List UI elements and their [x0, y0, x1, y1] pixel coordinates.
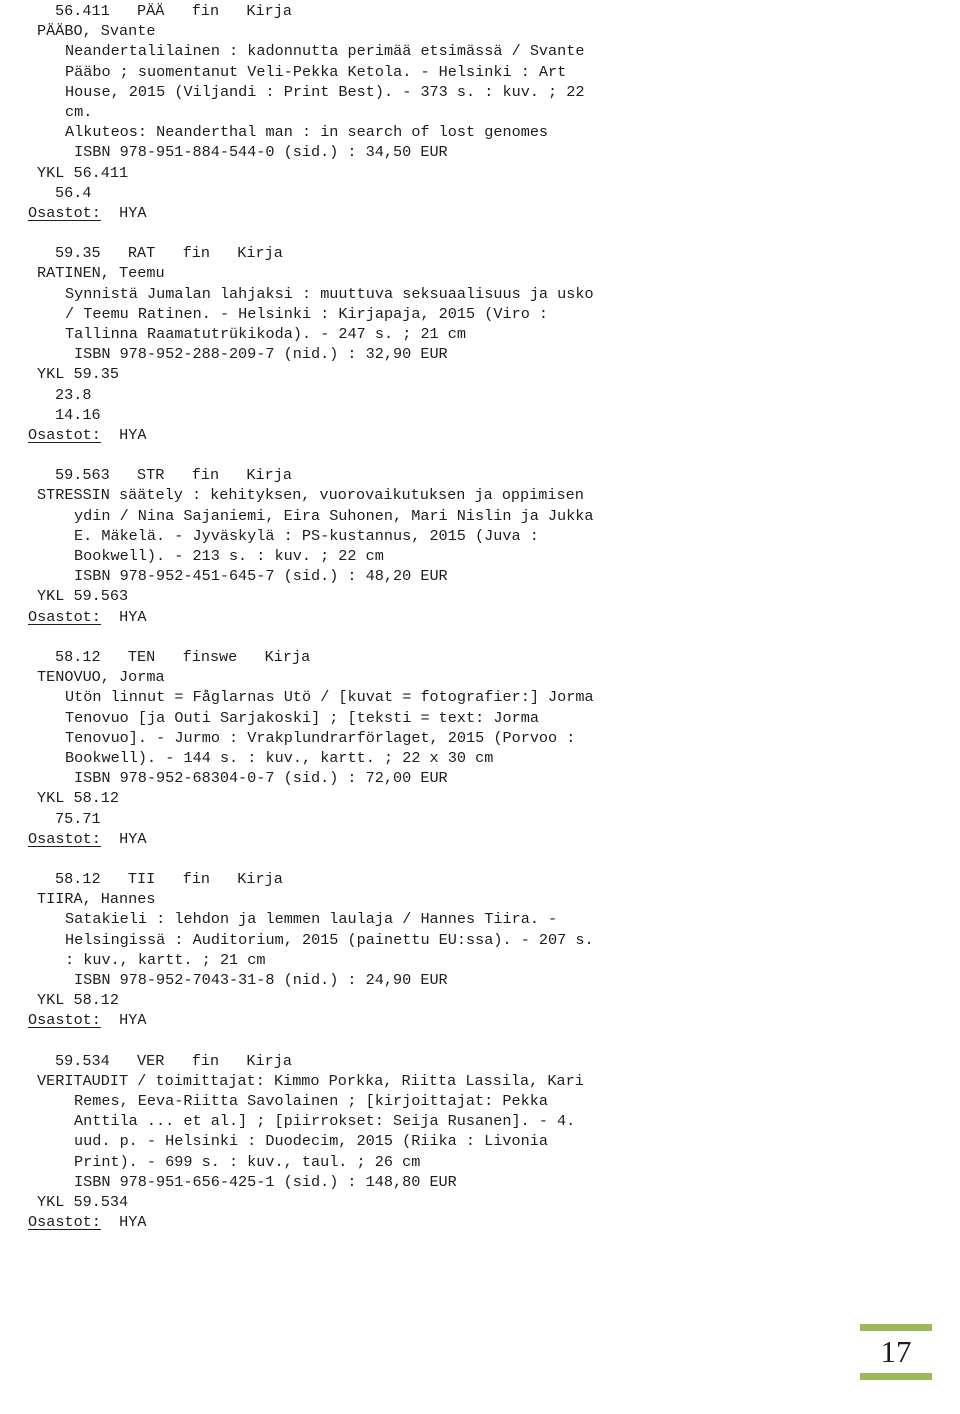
catalog-record: 59.534 VER fin Kirja VERITAUDIT / toimit… [28, 1051, 932, 1233]
record-header: 59.35 RAT fin Kirja [55, 244, 283, 263]
record-body-line: Utön linnut = Fåglarnas Utö / [kuvat = f… [65, 688, 594, 707]
record-author: TENOVUO, Jorma [37, 668, 165, 687]
record-body-line: Print). - 699 s. : kuv., taul. ; 26 cm [74, 1152, 421, 1171]
record-list: 56.411 PÄÄ fin Kirja PÄÄBO, Svante Neand… [28, 0, 932, 1232]
record-body-line: / Teemu Ratinen. - Helsinki : Kirjapaja,… [65, 304, 549, 323]
osastot-value-text: HYA [119, 607, 147, 626]
catalog-record: 56.411 PÄÄ fin Kirja PÄÄBO, Svante Neand… [28, 1, 932, 223]
catalog-record: 58.12 TEN finswe Kirja TENOVUO, Jorma Ut… [28, 647, 932, 849]
record-header: 58.12 TEN finswe Kirja [55, 647, 311, 666]
record-osastot: Osastot: HYA [28, 1010, 932, 1030]
record-ykl: YKL 59.563 [37, 587, 129, 606]
record-body-line: ydin / Nina Sajaniemi, Eira Suhonen, Mar… [74, 506, 594, 525]
record-ykl: YKL 56.411 [37, 163, 129, 182]
record-body-line: Bookwell). - 213 s. : kuv. ; 22 cm [74, 547, 384, 566]
osastot-label: Osastot: [28, 204, 101, 223]
osastot-value-text: HYA [119, 204, 147, 223]
page-footer: 17 [0, 1316, 960, 1390]
record-body-line: E. Mäkelä. - Jyväskylä : PS-kustannus, 2… [74, 526, 539, 545]
record-osastot: Osastot: HYA [28, 607, 932, 627]
record-isbn: ISBN 978-952-7043-31-8 (nid.) : 24,90 EU… [74, 970, 448, 989]
record-ykl: YKL 59.35 [37, 365, 120, 384]
record-body-line: Anttila ... et al.] ; [piirrokset: Seija… [74, 1112, 576, 1131]
osastot-label: Osastot: [28, 829, 101, 848]
osastot-value [101, 204, 119, 222]
record-header: 59.534 VER fin Kirja [55, 1051, 292, 1070]
record-body-line: Tallinna Raamatutrükikoda). - 247 s. ; 2… [65, 325, 467, 344]
record-isbn: ISBN 978-952-68304-0-7 (sid.) : 72,00 EU… [74, 769, 448, 788]
record-author: VERITAUDIT / toimittajat: Kimmo Porkka, … [37, 1071, 584, 1090]
record-body-line: Synnistä Jumalan lahjaksi : muuttuva sek… [65, 284, 594, 303]
record-ykl: YKL 58.12 [37, 991, 120, 1010]
record-author: PÄÄBO, Svante [37, 22, 156, 41]
record-ykl-extra: 75.71 [55, 809, 101, 828]
page-number-rule-top [860, 1324, 932, 1331]
record-ykl-extra: 14.16 [55, 405, 101, 424]
osastot-value [101, 1011, 119, 1029]
record-body-line: Remes, Eeva-Riitta Savolainen ; [kirjoit… [74, 1091, 548, 1110]
osastot-value-text: HYA [119, 829, 147, 848]
osastot-label: Osastot: [28, 1011, 101, 1030]
record-author: TIIRA, Hannes [37, 890, 156, 909]
osastot-value [101, 608, 119, 626]
osastot-value-text: HYA [119, 426, 147, 445]
record-body-line: uud. p. - Helsinki : Duodecim, 2015 (Rii… [74, 1132, 548, 1151]
record-body-line: Tenovuo [ja Outi Sarjakoski] ; [teksti =… [65, 708, 539, 727]
record-ykl-extra: 23.8 [55, 385, 92, 404]
record-osastot: Osastot: HYA [28, 425, 932, 445]
record-body-line: cm. [65, 103, 93, 122]
record-osastot: Osastot: HYA [28, 203, 932, 223]
catalog-record: 58.12 TII fin Kirja TIIRA, Hannes Sataki… [28, 869, 932, 1031]
osastot-value [101, 1213, 119, 1231]
record-author: STRESSIN säätely : kehityksen, vuorovaik… [37, 486, 584, 505]
record-body-line: Pääbo ; suomentanut Veli-Pekka Ketola. -… [65, 62, 567, 81]
record-ykl: YKL 58.12 [37, 789, 120, 808]
record-author: RATINEN, Teemu [37, 264, 165, 283]
record-isbn: ISBN 978-951-884-544-0 (sid.) : 34,50 EU… [74, 143, 448, 162]
osastot-value-text: HYA [119, 1213, 147, 1232]
osastot-label: Osastot: [28, 1213, 101, 1232]
record-body-line: : kuv., kartt. ; 21 cm [65, 950, 266, 969]
catalog-record: 59.563 STR fin Kirja STRESSIN säätely : … [28, 465, 932, 627]
record-isbn: ISBN 978-952-451-645-7 (sid.) : 48,20 EU… [74, 567, 448, 586]
record-body-line: House, 2015 (Viljandi : Print Best). - 3… [65, 82, 585, 101]
record-isbn: ISBN 978-952-288-209-7 (nid.) : 32,90 EU… [74, 345, 448, 364]
record-header: 56.411 PÄÄ fin Kirja [55, 2, 292, 20]
record-ykl: YKL 59.534 [37, 1192, 129, 1211]
page-number: 17 [880, 1334, 912, 1369]
record-body-line: Alkuteos: Neanderthal man : in search of… [65, 123, 549, 142]
record-header: 59.563 STR fin Kirja [55, 466, 292, 485]
record-ykl-extra: 56.4 [55, 183, 92, 202]
record-body-line: Neandertalilainen : kadonnutta perimää e… [65, 42, 585, 61]
catalog-page: 56.411 PÄÄ fin Kirja PÄÄBO, Svante Neand… [0, 0, 960, 1414]
osastot-value [101, 426, 119, 444]
page-number-rule-bottom [860, 1373, 932, 1380]
record-body-line: Bookwell). - 144 s. : kuv., kartt. ; 22 … [65, 748, 494, 767]
record-isbn: ISBN 978-951-656-425-1 (sid.) : 148,80 E… [74, 1172, 457, 1191]
record-header: 58.12 TII fin Kirja [55, 869, 283, 888]
record-body-line: Satakieli : lehdon ja lemmen laulaja / H… [65, 910, 558, 929]
catalog-record: 59.35 RAT fin Kirja RATINEN, Teemu Synni… [28, 243, 932, 445]
osastot-label: Osastot: [28, 426, 101, 445]
osastot-value-text: HYA [119, 1011, 147, 1030]
record-osastot: Osastot: HYA [28, 829, 932, 849]
record-body-line: Helsingissä : Auditorium, 2015 (painettu… [65, 930, 594, 949]
record-body-line: Tenovuo]. - Jurmo : Vrakplundrarförlaget… [65, 728, 576, 747]
page-number-block: 17 [860, 1324, 932, 1380]
record-osastot: Osastot: HYA [28, 1212, 932, 1232]
osastot-label: Osastot: [28, 607, 101, 626]
osastot-value [101, 830, 119, 848]
